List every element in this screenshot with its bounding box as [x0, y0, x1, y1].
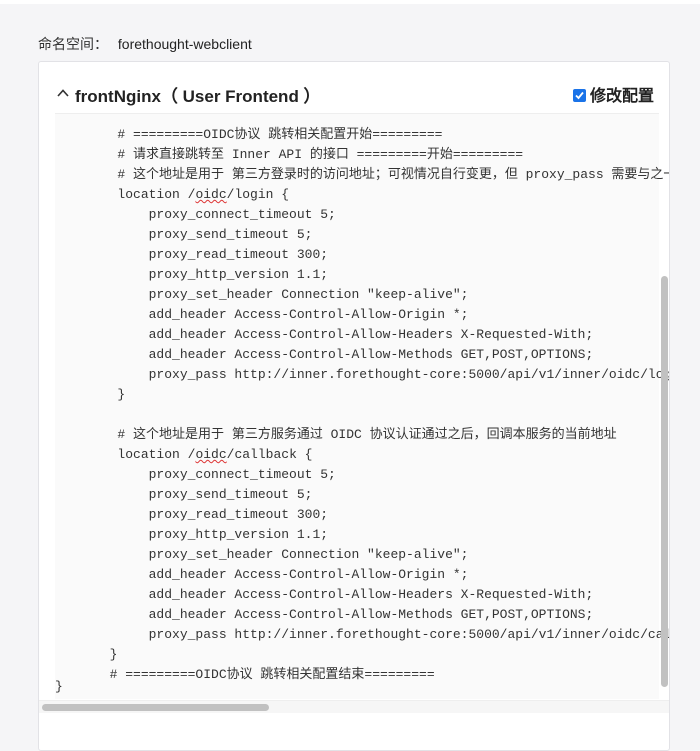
code-line[interactable]: proxy_send_timeout 5;: [55, 485, 669, 505]
check-icon: [575, 91, 584, 100]
code-area[interactable]: # =========OIDC协议 跳转相关配置开始========= # 请求…: [55, 113, 669, 699]
code-line[interactable]: location /oidc/callback {: [55, 445, 669, 465]
code-line[interactable]: proxy_connect_timeout 5;: [55, 465, 669, 485]
namespace-label: 命名空间：: [38, 36, 108, 52]
modify-config-toggle[interactable]: 修改配置: [572, 82, 654, 106]
code-line[interactable]: add_header Access-Control-Allow-Methods …: [55, 605, 669, 625]
code-line[interactable]: location /oidc/login {: [55, 185, 669, 205]
code-line[interactable]: add_header Access-Control-Allow-Headers …: [55, 585, 669, 605]
code-line[interactable]: proxy_pass http://inner.forethought-core…: [55, 625, 669, 645]
service-config-card: frontNginx（ User Frontend ） 修改配置 # =====…: [38, 61, 670, 751]
closing-brace: }: [55, 679, 63, 694]
namespace-value: forethought-webclient: [117, 36, 252, 52]
code-line[interactable]: }: [55, 385, 669, 405]
code-line[interactable]: proxy_send_timeout 5;: [55, 225, 669, 245]
code-line[interactable]: proxy_set_header Connection "keep-alive"…: [55, 545, 669, 565]
code-line[interactable]: proxy_read_timeout 300;: [55, 245, 669, 265]
code-line[interactable]: add_header Access-Control-Allow-Methods …: [55, 345, 669, 365]
code-line[interactable]: proxy_http_version 1.1;: [55, 265, 669, 285]
code-line[interactable]: }: [55, 645, 669, 665]
code-line[interactable]: # =========OIDC协议 跳转相关配置结束=========: [55, 665, 669, 685]
service-title[interactable]: frontNginx（ User Frontend ）: [75, 82, 321, 107]
spellcheck-underline: oidc: [195, 187, 227, 202]
horizontal-scrollbar[interactable]: [39, 700, 669, 713]
namespace-row: 命名空间： forethought-webclient: [38, 34, 252, 54]
horizontal-scrollbar-thumb[interactable]: [42, 704, 269, 711]
code-content[interactable]: # =========OIDC协议 跳转相关配置开始========= # 请求…: [55, 125, 669, 685]
code-line[interactable]: # =========OIDC协议 跳转相关配置开始=========: [55, 125, 669, 145]
code-line[interactable]: proxy_read_timeout 300;: [55, 505, 669, 525]
code-line[interactable]: # 这个地址是用于 第三方登录时的访问地址；可视情况自行变更，但 proxy_p…: [55, 165, 669, 185]
chevron-up-icon[interactable]: [56, 86, 70, 100]
code-line[interactable]: proxy_pass http://inner.forethought-core…: [55, 365, 669, 385]
code-line[interactable]: [55, 405, 669, 425]
code-line[interactable]: proxy_http_version 1.1;: [55, 525, 669, 545]
vertical-scrollbar-thumb[interactable]: [661, 276, 668, 687]
code-line[interactable]: add_header Access-Control-Allow-Origin *…: [55, 305, 669, 325]
code-line[interactable]: proxy_set_header Connection "keep-alive"…: [55, 285, 669, 305]
config-editor[interactable]: # =========OIDC协议 跳转相关配置开始========= # 请求…: [39, 113, 669, 713]
modify-config-checkbox[interactable]: [572, 89, 586, 102]
code-line[interactable]: add_header Access-Control-Allow-Origin *…: [55, 565, 669, 585]
vertical-scrollbar[interactable]: [660, 113, 669, 698]
code-line[interactable]: proxy_connect_timeout 5;: [55, 205, 669, 225]
code-line[interactable]: # 这个地址是用于 第三方服务通过 OIDC 协议认证通过之后，回调本服务的当前…: [55, 425, 669, 445]
spellcheck-underline: oidc: [195, 447, 227, 462]
code-line[interactable]: # 请求直接跳转至 Inner API 的接口 =========开始=====…: [55, 145, 669, 165]
modify-config-label: 修改配置: [589, 88, 654, 105]
code-line[interactable]: add_header Access-Control-Allow-Headers …: [55, 325, 669, 345]
card-header[interactable]: frontNginx（ User Frontend ） 修改配置: [39, 78, 669, 108]
top-strip: [0, 0, 700, 4]
